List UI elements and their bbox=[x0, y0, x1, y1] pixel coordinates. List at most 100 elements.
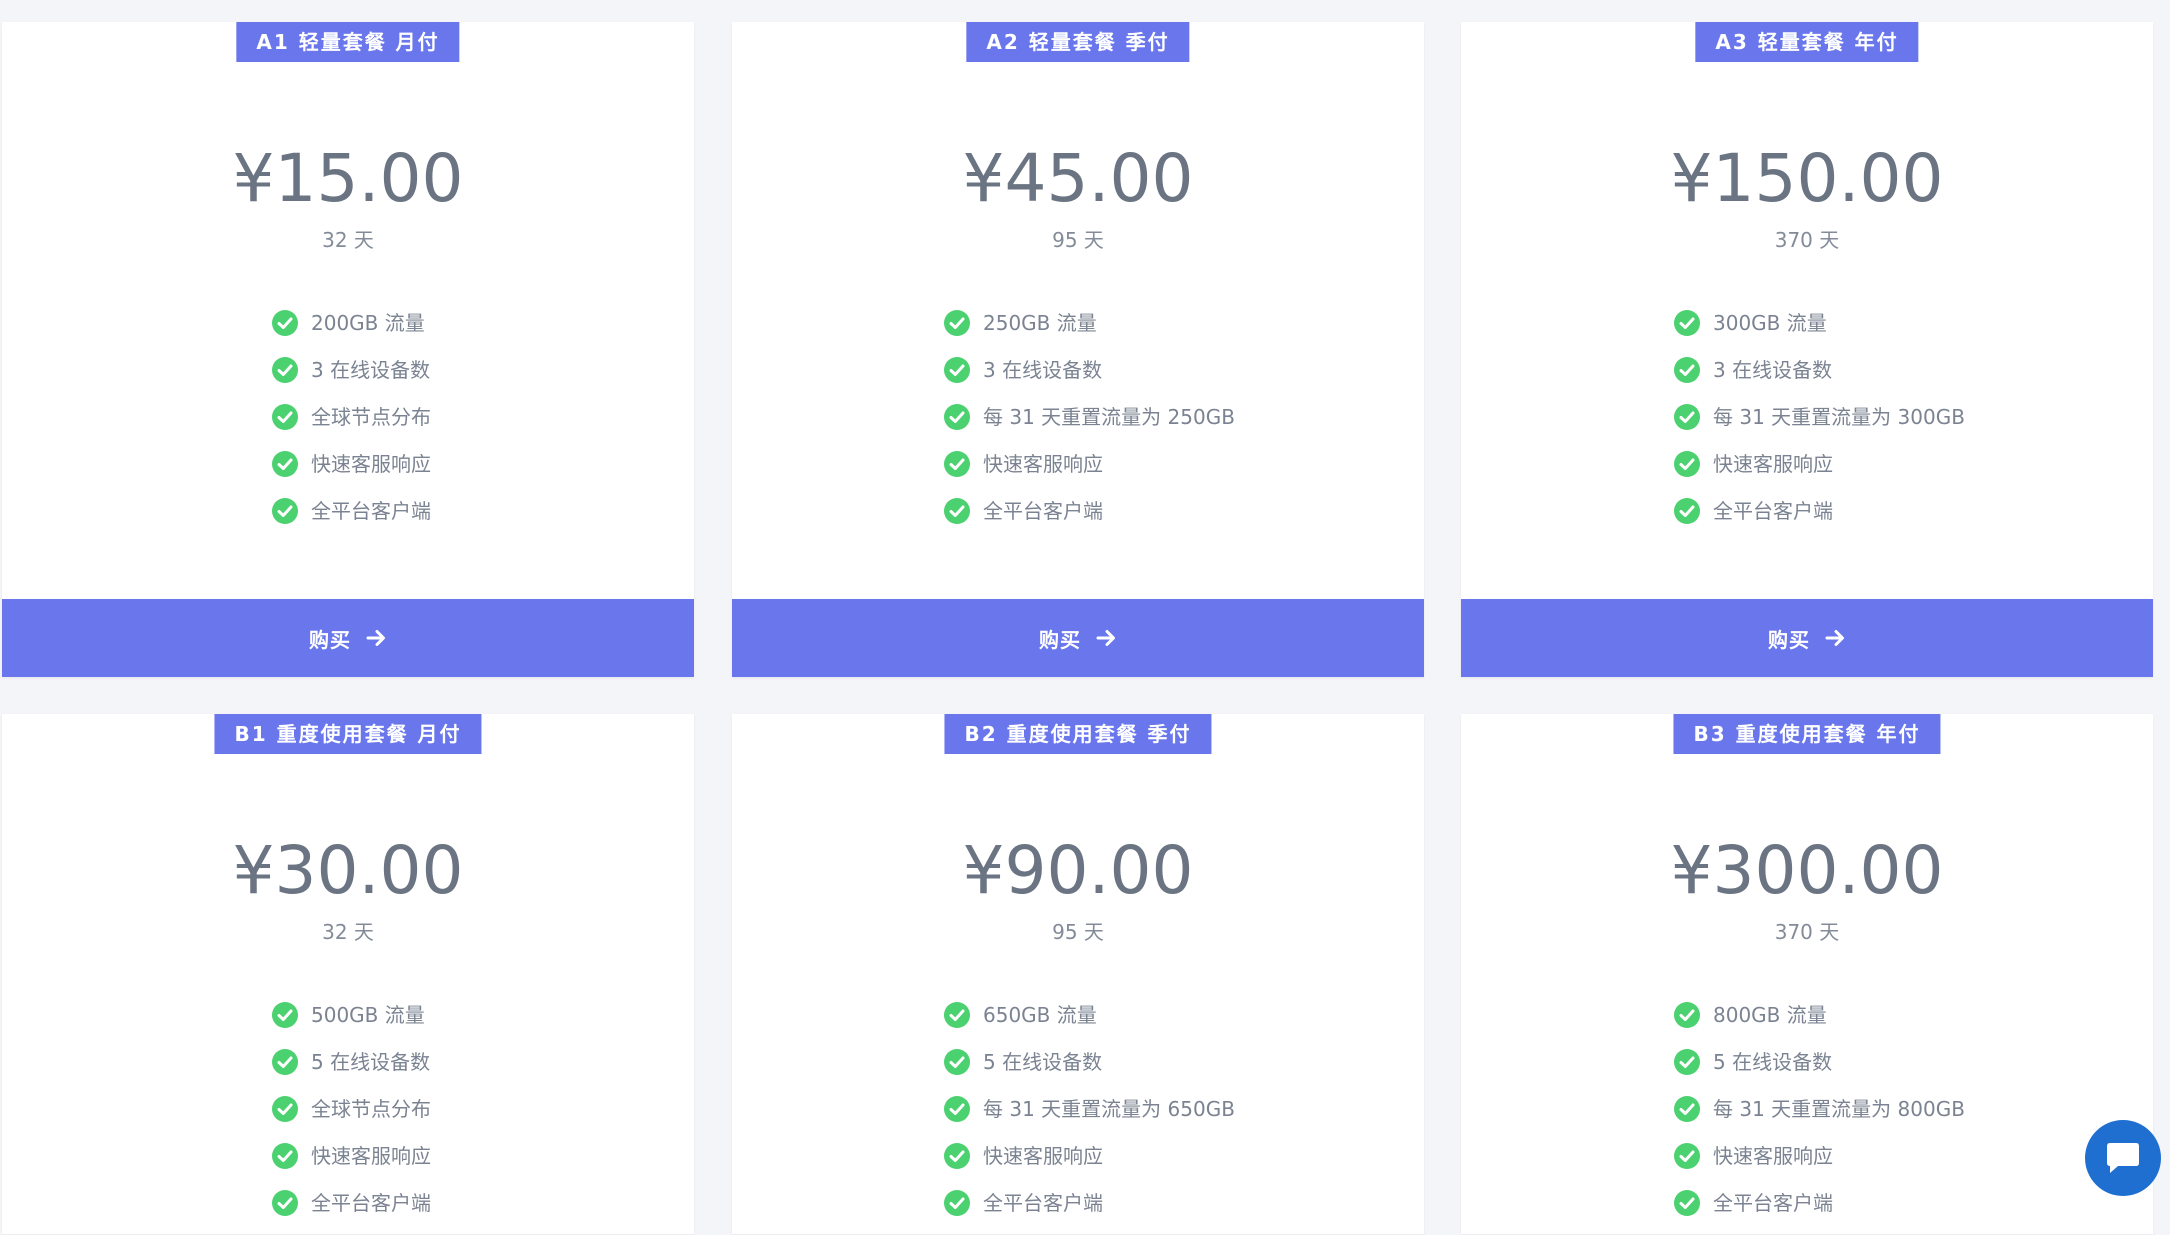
check-circle-icon bbox=[944, 1143, 970, 1169]
check-circle-icon bbox=[272, 404, 298, 430]
feature-text: 3 在线设备数 bbox=[1713, 358, 1833, 382]
plan-card-a1: A1 轻量套餐 月付 ¥15.00 32 天 200GB 流量 3 在线设备数 … bbox=[2, 22, 694, 677]
buy-label: 购买 bbox=[309, 627, 351, 652]
feature-item: 每 31 天重置流量为 650GB bbox=[732, 1094, 1424, 1141]
feature-text: 快速客服响应 bbox=[983, 452, 1103, 476]
plan-price: ¥30.00 bbox=[232, 832, 464, 909]
feature-text: 全平台客户端 bbox=[983, 499, 1103, 523]
check-circle-icon bbox=[272, 451, 298, 477]
feature-text: 300GB 流量 bbox=[1713, 311, 1827, 335]
plan-badge: A2 轻量套餐 季付 bbox=[966, 22, 1190, 62]
feature-item: 200GB 流量 bbox=[2, 308, 694, 355]
feature-item: 快速客服响应 bbox=[2, 449, 694, 496]
check-circle-icon bbox=[272, 1143, 298, 1169]
plan-price: ¥150.00 bbox=[1670, 140, 1944, 217]
plan-period: 370 天 bbox=[1774, 228, 1840, 252]
buy-button[interactable]: 购买 bbox=[1461, 599, 2153, 677]
check-circle-icon bbox=[944, 404, 970, 430]
feature-list: 800GB 流量 5 在线设备数 每 31 天重置流量为 800GB 快速客服响… bbox=[1461, 1000, 2153, 1235]
plan-period: 95 天 bbox=[1052, 920, 1104, 944]
feature-item: 每 31 天重置流量为 800GB bbox=[1461, 1094, 2153, 1141]
feature-item: 250GB 流量 bbox=[732, 308, 1424, 355]
buy-button[interactable]: 购买 bbox=[2, 599, 694, 677]
feature-list: 250GB 流量 3 在线设备数 每 31 天重置流量为 250GB 快速客服响… bbox=[732, 308, 1424, 543]
feature-text: 250GB 流量 bbox=[983, 311, 1097, 335]
feature-item: 全平台客户端 bbox=[732, 1188, 1424, 1235]
plan-price: ¥300.00 bbox=[1670, 832, 1944, 909]
feature-text: 5 在线设备数 bbox=[1713, 1050, 1833, 1074]
plan-period: 32 天 bbox=[322, 920, 374, 944]
plan-price: ¥90.00 bbox=[962, 832, 1194, 909]
feature-list: 200GB 流量 3 在线设备数 全球节点分布 快速客服响应 全平台客户端 bbox=[2, 308, 694, 543]
buy-button[interactable]: 购买 bbox=[732, 599, 1424, 677]
plan-period: 32 天 bbox=[322, 228, 374, 252]
feature-item: 快速客服响应 bbox=[732, 1141, 1424, 1188]
check-circle-icon bbox=[272, 1096, 298, 1122]
feature-item: 全平台客户端 bbox=[1461, 1188, 2153, 1235]
arrow-right-icon bbox=[1096, 630, 1115, 646]
arrow-right-icon bbox=[366, 630, 385, 646]
check-circle-icon bbox=[1674, 404, 1700, 430]
plan-period: 95 天 bbox=[1052, 228, 1104, 252]
chat-bubble-icon bbox=[2107, 1143, 2139, 1173]
check-circle-icon bbox=[272, 498, 298, 524]
buy-label: 购买 bbox=[1768, 627, 1810, 652]
plan-card-a3: A3 轻量套餐 年付 ¥150.00 370 天 300GB 流量 3 在线设备… bbox=[1461, 22, 2153, 677]
feature-text: 650GB 流量 bbox=[983, 1003, 1097, 1027]
feature-list: 300GB 流量 3 在线设备数 每 31 天重置流量为 300GB 快速客服响… bbox=[1461, 308, 2153, 543]
feature-item: 全平台客户端 bbox=[2, 496, 694, 543]
feature-item: 全平台客户端 bbox=[1461, 496, 2153, 543]
feature-item: 3 在线设备数 bbox=[1461, 355, 2153, 402]
check-circle-icon bbox=[272, 357, 298, 383]
arrow-right-icon bbox=[1825, 630, 1844, 646]
feature-text: 每 31 天重置流量为 650GB bbox=[983, 1097, 1235, 1121]
check-circle-icon bbox=[272, 1049, 298, 1075]
plan-card-b1: B1 重度使用套餐 月付 ¥30.00 32 天 500GB 流量 5 在线设备… bbox=[2, 714, 694, 1234]
check-circle-icon bbox=[944, 498, 970, 524]
feature-text: 5 在线设备数 bbox=[311, 1050, 431, 1074]
feature-item: 3 在线设备数 bbox=[732, 355, 1424, 402]
feature-text: 快速客服响应 bbox=[311, 1144, 431, 1168]
check-circle-icon bbox=[944, 357, 970, 383]
check-circle-icon bbox=[1674, 1096, 1700, 1122]
feature-text: 全平台客户端 bbox=[1713, 1191, 1833, 1215]
feature-item: 800GB 流量 bbox=[1461, 1000, 2153, 1047]
feature-item: 快速客服响应 bbox=[1461, 1141, 2153, 1188]
feature-item: 快速客服响应 bbox=[732, 449, 1424, 496]
feature-list: 500GB 流量 5 在线设备数 全球节点分布 快速客服响应 全平台客户端 bbox=[2, 1000, 694, 1235]
buy-label: 购买 bbox=[1039, 627, 1081, 652]
feature-text: 快速客服响应 bbox=[311, 452, 431, 476]
feature-item: 全平台客户端 bbox=[732, 496, 1424, 543]
check-circle-icon bbox=[944, 451, 970, 477]
plan-period: 370 天 bbox=[1774, 920, 1840, 944]
feature-item: 5 在线设备数 bbox=[732, 1047, 1424, 1094]
check-circle-icon bbox=[272, 310, 298, 336]
feature-item: 全球节点分布 bbox=[2, 1094, 694, 1141]
feature-item: 快速客服响应 bbox=[2, 1141, 694, 1188]
feature-item: 每 31 天重置流量为 250GB bbox=[732, 402, 1424, 449]
feature-text: 全球节点分布 bbox=[311, 1097, 431, 1121]
check-circle-icon bbox=[1674, 1190, 1700, 1216]
feature-list: 650GB 流量 5 在线设备数 每 31 天重置流量为 650GB 快速客服响… bbox=[732, 1000, 1424, 1235]
feature-text: 5 在线设备数 bbox=[983, 1050, 1103, 1074]
feature-text: 每 31 天重置流量为 800GB bbox=[1713, 1097, 1965, 1121]
feature-item: 每 31 天重置流量为 300GB bbox=[1461, 402, 2153, 449]
check-circle-icon bbox=[944, 310, 970, 336]
check-circle-icon bbox=[1674, 451, 1700, 477]
check-circle-icon bbox=[1674, 498, 1700, 524]
feature-text: 全平台客户端 bbox=[311, 499, 431, 523]
feature-item: 3 在线设备数 bbox=[2, 355, 694, 402]
check-circle-icon bbox=[1674, 310, 1700, 336]
feature-text: 全球节点分布 bbox=[311, 405, 431, 429]
feature-item: 650GB 流量 bbox=[732, 1000, 1424, 1047]
plan-card-a2: A2 轻量套餐 季付 ¥45.00 95 天 250GB 流量 3 在线设备数 … bbox=[732, 22, 1424, 677]
feature-text: 全平台客户端 bbox=[311, 1191, 431, 1215]
check-circle-icon bbox=[944, 1190, 970, 1216]
feature-text: 3 在线设备数 bbox=[983, 358, 1103, 382]
feature-item: 300GB 流量 bbox=[1461, 308, 2153, 355]
chat-button[interactable] bbox=[2085, 1120, 2161, 1196]
check-circle-icon bbox=[944, 1096, 970, 1122]
check-circle-icon bbox=[944, 1002, 970, 1028]
feature-text: 每 31 天重置流量为 250GB bbox=[983, 405, 1235, 429]
plan-price: ¥45.00 bbox=[962, 140, 1194, 217]
